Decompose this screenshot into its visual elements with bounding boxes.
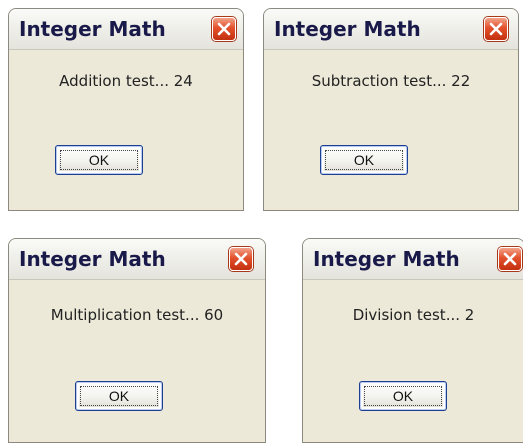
dialog-subtraction: Integer Math Subtraction test... 22 OK [263,8,519,211]
close-button[interactable] [484,17,508,41]
ok-button[interactable]: OK [75,381,163,411]
message-text: Multiplication test... 60 [50,306,224,324]
ok-button[interactable]: OK [55,145,143,175]
title-bar[interactable]: Integer Math [264,9,518,50]
close-icon [234,252,248,266]
ok-button[interactable]: OK [359,381,447,411]
dialog-body: Division test... 2 OK [303,280,523,442]
message-text: Division test... 2 [352,306,475,324]
window-title: Integer Math [19,17,166,41]
dialog-body: Subtraction test... 22 OK [264,50,518,210]
message-text: Addition test... 24 [59,72,193,90]
dialog-body: Multiplication test... 60 OK [9,280,265,442]
close-icon [489,22,503,36]
close-icon [503,252,517,266]
window-title: Integer Math [313,247,460,271]
close-button[interactable] [212,17,236,41]
dialog-division: Integer Math Division test... 2 OK [302,238,523,443]
close-button[interactable] [229,247,253,271]
dialog-addition: Integer Math Addition test... 24 OK [8,8,244,211]
title-bar[interactable]: Integer Math [303,239,523,280]
title-bar[interactable]: Integer Math [9,9,243,50]
dialog-multiplication: Integer Math Multiplication test... 60 O… [8,238,266,443]
ok-button[interactable]: OK [320,145,408,175]
dialog-body: Addition test... 24 OK [9,50,243,210]
message-text: Subtraction test... 22 [311,72,471,90]
close-icon [217,22,231,36]
close-button[interactable] [498,247,522,271]
window-title: Integer Math [19,247,166,271]
window-title: Integer Math [274,17,421,41]
title-bar[interactable]: Integer Math [9,239,265,280]
